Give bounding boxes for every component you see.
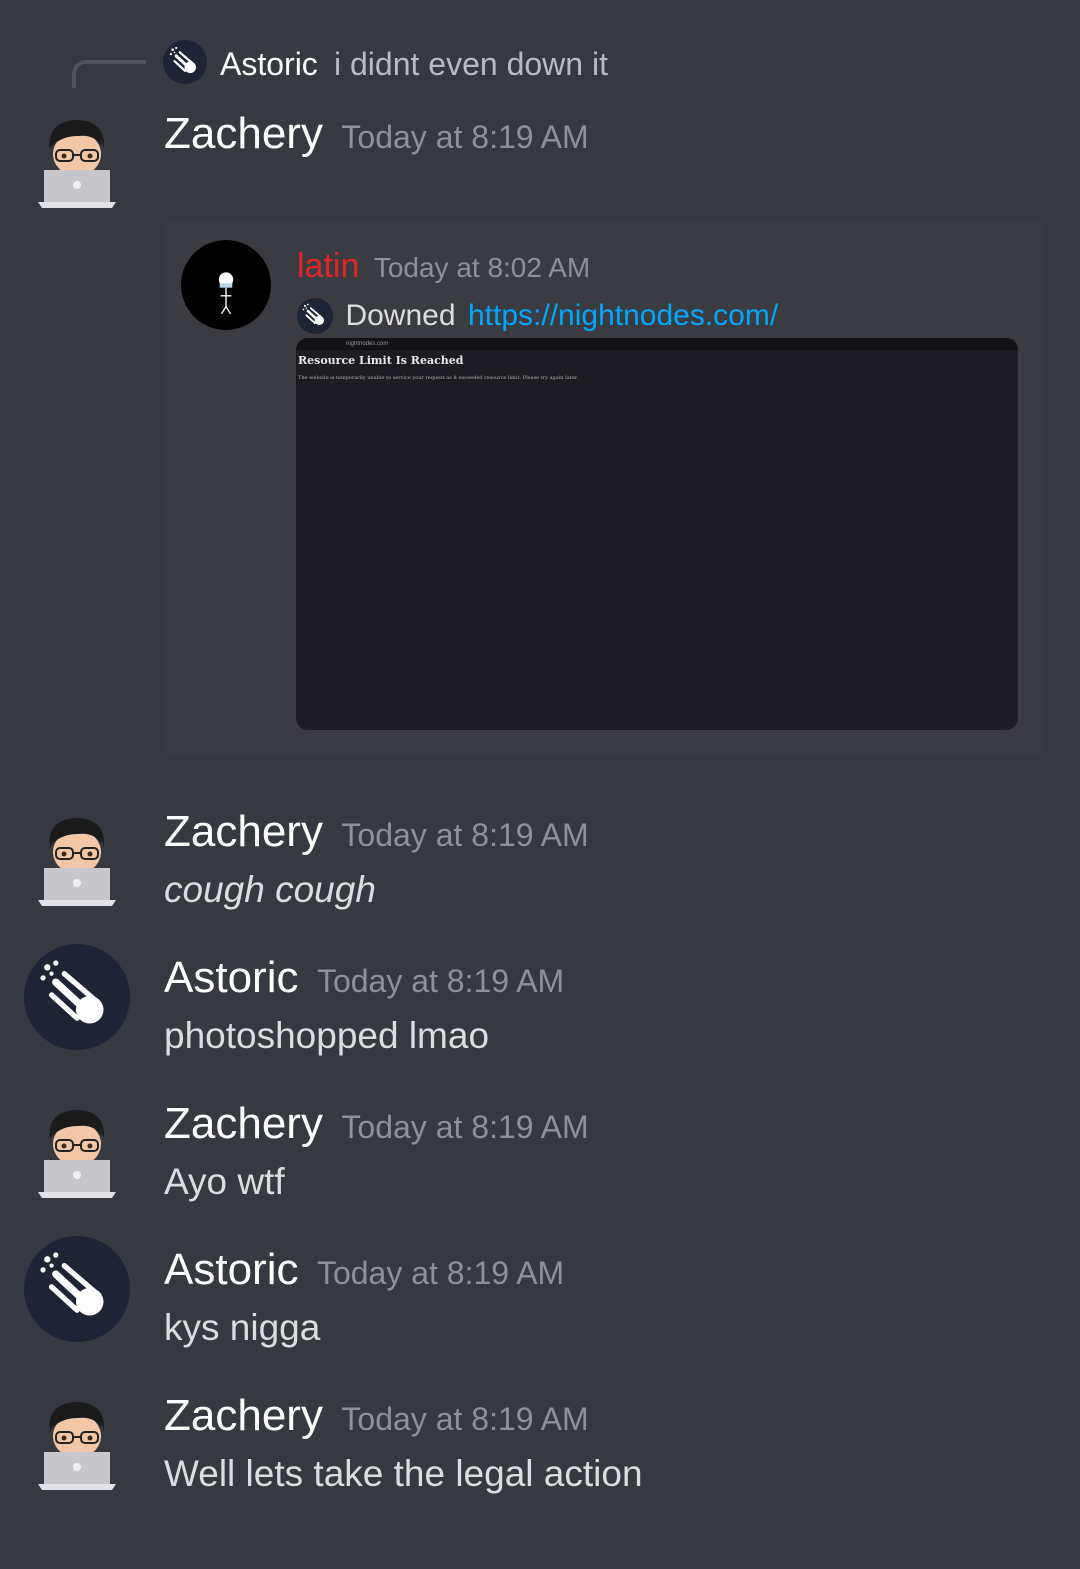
comet-icon	[163, 40, 207, 84]
memoji-laptop-icon[interactable]	[36, 112, 118, 212]
message-header: Astoric Today at 8:19 AM	[164, 1244, 564, 1306]
message-text: kys nigga	[164, 1307, 321, 1348]
screenshot-body: The website is temporarily unable to ser…	[298, 375, 579, 381]
embed-link[interactable]: https://nightnodes.com/	[468, 299, 778, 332]
embed-header: latin Today at 8:02 AM	[297, 246, 590, 293]
message-header: Astoric Today at 8:19 AM	[164, 952, 564, 1014]
comet-icon	[297, 298, 333, 334]
stick-figure-icon[interactable]	[181, 240, 271, 330]
message-header: Zachery Today at 8:19 AM	[164, 108, 589, 170]
message-timestamp: Today at 8:19 AM	[341, 817, 589, 853]
message-author[interactable]: Zachery	[164, 1391, 323, 1440]
memoji-laptop-icon[interactable]	[36, 810, 118, 910]
embed-author[interactable]: latin	[297, 247, 359, 285]
message-author[interactable]: Astoric	[164, 1245, 298, 1294]
message-timestamp: Today at 8:19 AM	[341, 119, 589, 155]
embed-content: Downed https://nightnodes.com/	[297, 296, 778, 336]
message-text: photoshopped lmao	[164, 1015, 490, 1056]
screenshot-title: Resource Limit Is Reached	[298, 354, 464, 367]
comet-icon[interactable]	[24, 1236, 130, 1342]
message-timestamp: Today at 8:19 AM	[316, 963, 565, 999]
reply-connector	[72, 60, 146, 88]
message-text: Ayo wtf	[164, 1161, 285, 1202]
reply-reference[interactable]: Astoric i didnt even down it	[72, 40, 972, 90]
message-text: Well lets take the legal action	[164, 1453, 643, 1494]
reply-author[interactable]: Astoric	[220, 44, 318, 84]
reply-text: i didnt even down it	[334, 46, 608, 82]
comet-icon[interactable]	[24, 944, 130, 1050]
message-header: Zachery Today at 8:19 AM	[164, 1390, 589, 1452]
embed-timestamp: Today at 8:02 AM	[373, 252, 591, 283]
embed-screenshot-image[interactable]: nightnodes.com Resource Limit Is Reached…	[296, 338, 1018, 730]
memoji-laptop-icon[interactable]	[36, 1394, 118, 1494]
memoji-laptop-icon[interactable]	[36, 1102, 118, 1202]
message-header: Zachery Today at 8:19 AM	[164, 806, 589, 868]
chat-log: Astoric i didnt even down it Zachery Tod…	[0, 0, 1080, 1569]
message-timestamp: Today at 8:19 AM	[316, 1255, 565, 1291]
message-header: Zachery Today at 8:19 AM	[164, 1098, 589, 1160]
screenshot-url: nightnodes.com	[346, 341, 389, 347]
message-author[interactable]: Zachery	[164, 1099, 323, 1148]
message-author[interactable]: Astoric	[164, 953, 298, 1002]
message-author[interactable]: Zachery	[164, 109, 323, 158]
message-timestamp: Today at 8:19 AM	[341, 1109, 589, 1145]
screenshot-browser-bar: nightnodes.com	[296, 338, 1018, 350]
message-timestamp: Today at 8:19 AM	[341, 1401, 589, 1437]
message-text: cough cough	[164, 869, 376, 910]
embed-text: Downed	[345, 299, 456, 332]
message-author[interactable]: Zachery	[164, 807, 323, 856]
quoted-message-embed[interactable]: latin Today at 8:02 AM Downed https://ni…	[163, 220, 1043, 755]
